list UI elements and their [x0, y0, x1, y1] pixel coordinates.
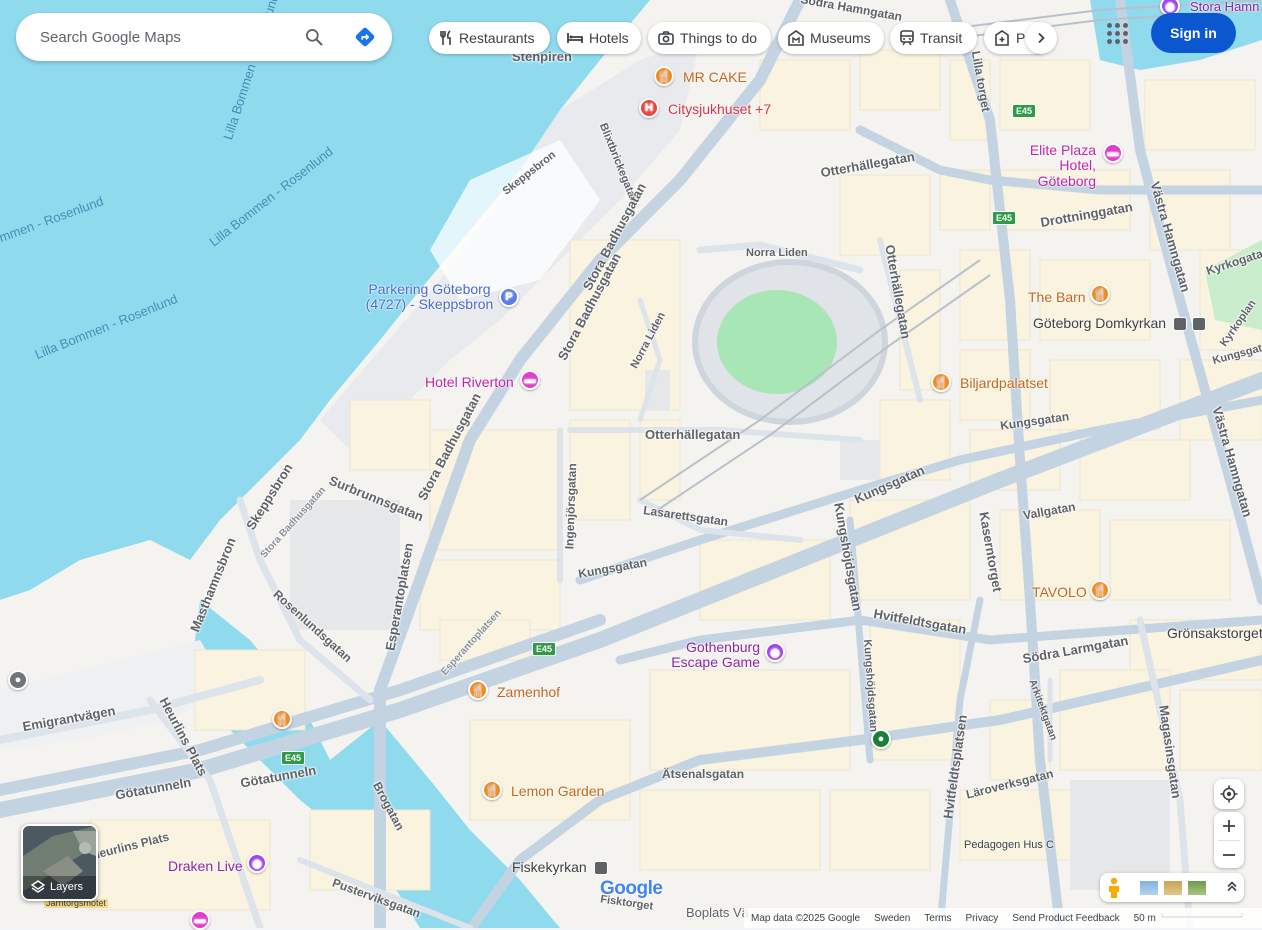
terms-link[interactable]: Terms: [917, 913, 958, 924]
imagery-thumbnail[interactable]: [1164, 880, 1182, 895]
tram-stop-icon[interactable]: [1173, 317, 1187, 331]
tram-stop-icon[interactable]: [594, 861, 608, 875]
street-label: Ingenjörsgatan: [562, 463, 580, 550]
scale-label[interactable]: 50 m: [1127, 913, 1163, 924]
country-link[interactable]: Sweden: [867, 913, 917, 924]
my-location-icon: [1220, 785, 1238, 803]
pegman-icon[interactable]: [1106, 877, 1122, 899]
poi-biljardpalatset[interactable]: Biljardpalatset: [960, 376, 1048, 391]
e45-shield: E45: [1012, 104, 1037, 118]
search-icon[interactable]: [302, 25, 326, 49]
e45-shield: E45: [281, 751, 306, 765]
search-input[interactable]: [40, 13, 290, 61]
chip-restaurants[interactable]: Restaurants: [429, 22, 550, 54]
attraction-icon[interactable]: ◉: [765, 642, 785, 662]
hotel-icon[interactable]: ▬: [520, 370, 540, 390]
zoom-out-button[interactable]: [1214, 841, 1244, 868]
restaurant-icon[interactable]: 🍴: [482, 780, 502, 800]
chip-transit[interactable]: Transit: [890, 22, 977, 54]
pharmacy-icon: [995, 30, 1009, 46]
layers-icon: [31, 880, 45, 893]
poi-mr-cake[interactable]: MR CAKE: [683, 70, 747, 85]
place-marker-icon[interactable]: ●: [871, 729, 891, 749]
poi-draken-live[interactable]: Draken Live: [168, 859, 243, 874]
place-marker-icon[interactable]: ●: [8, 670, 28, 690]
poi-zamenhof[interactable]: Zamenhof: [497, 685, 560, 700]
layers-label-wrap: Layers: [31, 880, 83, 894]
street-label: Otterhällegatan: [645, 427, 741, 442]
hospital-icon[interactable]: H: [639, 98, 659, 118]
poi-parkering[interactable]: Parkering Göteborg (4727) - Skeppsbron: [362, 281, 497, 313]
poi-the-barn[interactable]: The Barn: [1028, 290, 1086, 305]
apps-grid-icon[interactable]: [1101, 17, 1133, 49]
map-canvas[interactable]: Lilla Bommen - Rosenlund Lilla Bommen - …: [0, 0, 1262, 930]
poi-pedagogen[interactable]: Pedagogen Hus C: [964, 839, 1054, 852]
feedback-link[interactable]: Send Product Feedback: [1005, 913, 1126, 924]
chip-museums[interactable]: Museums: [778, 22, 884, 54]
tram-stop-icon[interactable]: [1192, 317, 1206, 331]
hotel-icon[interactable]: ▬: [1103, 143, 1123, 163]
chip-label: Hotels: [589, 30, 629, 46]
e45-shield: E45: [532, 642, 557, 656]
restaurant-icon[interactable]: 🍴: [468, 680, 488, 700]
poi-gronsakstorget[interactable]: Grönsakstorget: [1167, 626, 1262, 641]
poi-elite-plaza[interactable]: Elite Plaza Hotel, Göteborg: [998, 142, 1096, 189]
poi-fiskekyrkan[interactable]: Fiskekyrkan: [512, 860, 587, 875]
directions-icon[interactable]: [353, 25, 377, 49]
zoom-controls: [1214, 812, 1244, 868]
chip-hotels[interactable]: Hotels: [557, 22, 641, 54]
chips-next-button[interactable]: [1025, 22, 1057, 54]
imagery-thumbnail[interactable]: [1140, 880, 1158, 895]
poi-lemon-garden[interactable]: Lemon Garden: [511, 784, 604, 799]
chip-things-to-do[interactable]: Things to do: [648, 22, 771, 54]
chip-label: Things to do: [680, 30, 758, 46]
zoom-in-button[interactable]: [1214, 812, 1244, 840]
e45-shield: E45: [992, 211, 1017, 225]
layers-button[interactable]: Layers: [21, 824, 98, 901]
map-footer: Map data ©2025 Google Sweden Terms Priva…: [744, 908, 1262, 928]
chip-label: Transit: [920, 30, 963, 46]
bed-icon: [567, 33, 583, 43]
poi-boplats[interactable]: Boplats Vä: [686, 906, 749, 920]
street-label: Ätsenalsgatan: [662, 767, 745, 781]
train-icon: [900, 30, 914, 46]
my-location-button[interactable]: [1214, 779, 1244, 809]
street-label: Stora Hamn: [1190, 0, 1260, 14]
restaurant-icon[interactable]: 🍴: [1090, 580, 1110, 600]
parking-icon[interactable]: P: [499, 287, 519, 307]
search-box: [16, 13, 392, 61]
plus-icon: [1223, 820, 1235, 832]
fork-knife-icon: [440, 30, 451, 45]
google-logo: Google: [600, 878, 663, 899]
poi-escape-game[interactable]: Gothenburg Escape Game: [670, 640, 760, 670]
chevron-right-icon: [1038, 32, 1045, 44]
restaurant-icon[interactable]: 🍴: [931, 372, 951, 392]
restaurant-icon[interactable]: 🍴: [654, 66, 674, 86]
sign-in-button[interactable]: Sign in: [1151, 13, 1236, 53]
layers-label: Layers: [50, 881, 84, 893]
attraction-icon[interactable]: ◉: [247, 853, 267, 873]
restaurant-icon[interactable]: 🍴: [1090, 284, 1110, 304]
poi-citysjukhuset[interactable]: Citysjukhuset +7: [668, 102, 771, 117]
camera-icon: [658, 31, 674, 45]
street-view-strip: [1100, 873, 1244, 902]
imagery-thumbnail[interactable]: [1188, 880, 1206, 895]
minus-icon: [1223, 853, 1235, 856]
map-data-text: Map data ©2025 Google: [751, 912, 861, 924]
restaurant-icon[interactable]: 🍴: [272, 709, 292, 729]
privacy-link[interactable]: Privacy: [959, 913, 1006, 924]
street-label: Norra Liden: [746, 247, 808, 259]
poi-tavolo[interactable]: TAVOLO: [1032, 585, 1087, 600]
poi-domkyrkan[interactable]: Göteborg Domkyrkan: [1033, 316, 1166, 331]
hotel-icon[interactable]: ▬: [190, 910, 210, 930]
museum-icon: [788, 30, 804, 46]
expand-icon[interactable]: [1226, 879, 1238, 897]
chip-label: Restaurants: [459, 30, 535, 46]
chip-label: Museums: [810, 30, 871, 46]
poi-hotel-riverton[interactable]: Hotel Riverton: [425, 375, 514, 390]
